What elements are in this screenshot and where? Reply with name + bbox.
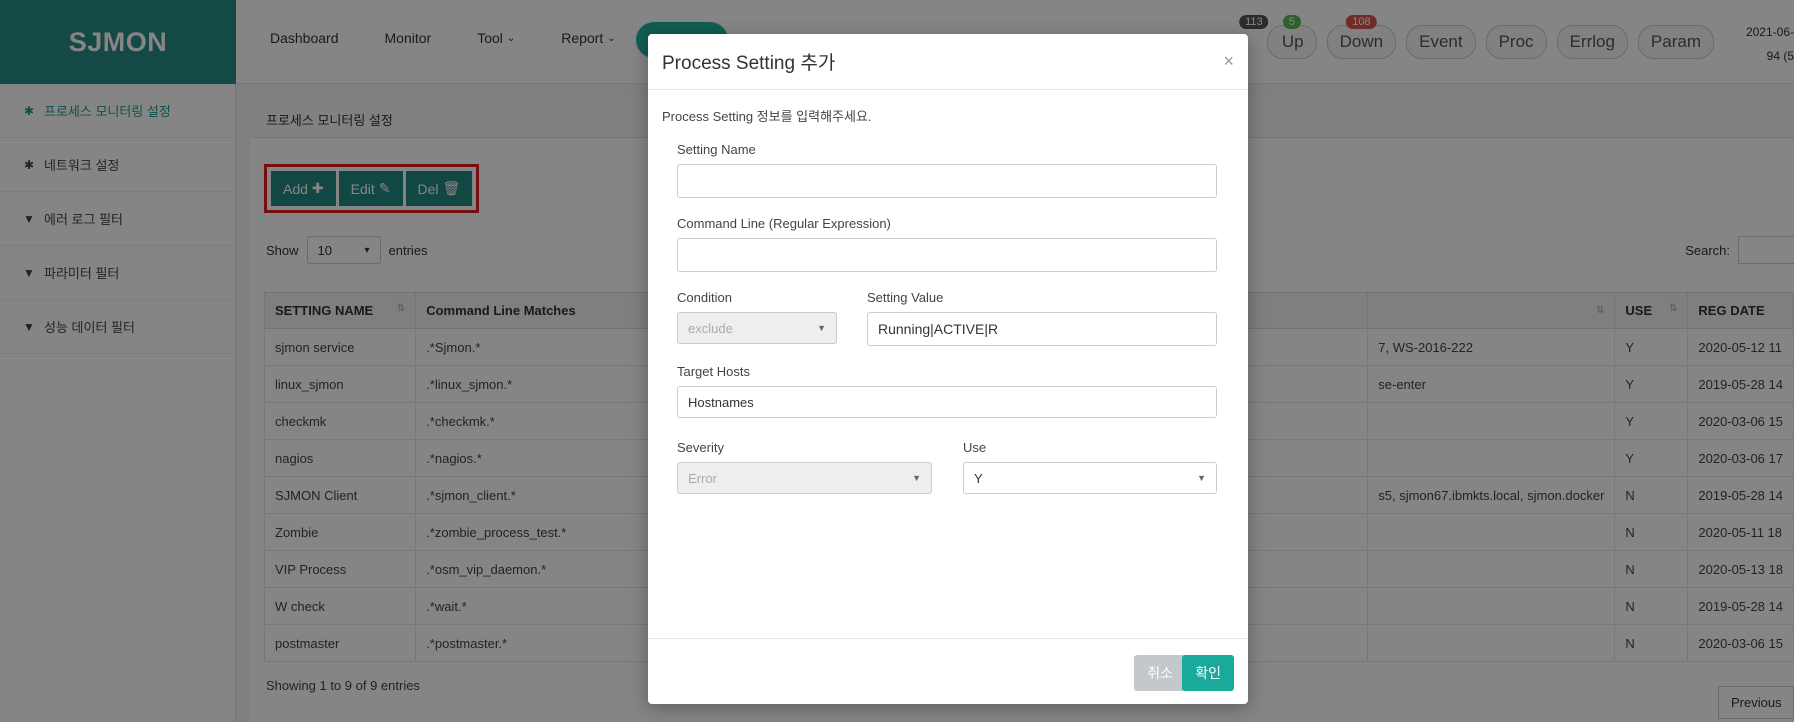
close-icon[interactable]: × (1223, 51, 1234, 72)
severity-label: Severity (677, 440, 724, 455)
modal-header: Process Setting 추가 × (648, 34, 1248, 90)
cancel-button[interactable]: 취소 (1134, 655, 1186, 691)
caret-down-icon: ▼ (912, 473, 921, 483)
setting-value-input[interactable]: Running|ACTIVE|R (867, 312, 1217, 346)
confirm-button[interactable]: 확인 (1182, 655, 1234, 691)
setting-name-label: Setting Name (677, 142, 756, 157)
condition-select[interactable]: exclude ▼ (677, 312, 837, 344)
target-hosts-input[interactable]: Hostnames (677, 386, 1217, 418)
use-select[interactable]: Y ▼ (963, 462, 1217, 494)
caret-down-icon: ▼ (817, 323, 826, 333)
severity-select[interactable]: Error ▼ (677, 462, 932, 494)
setting-name-input[interactable] (677, 164, 1217, 198)
condition-label: Condition (677, 290, 732, 305)
severity-value: Error (688, 470, 717, 486)
target-hosts-label: Target Hosts (677, 364, 750, 379)
use-label: Use (963, 440, 987, 455)
use-value: Y (974, 470, 983, 486)
modal-title: Process Setting 추가 (662, 53, 836, 74)
command-line-label: Command Line (Regular Expression) (677, 216, 891, 231)
modal-footer: 취소 확인 (648, 638, 1248, 704)
modal-description: Process Setting 정보를 입력해주세요. (662, 109, 872, 124)
setting-value-label: Setting Value (867, 290, 944, 305)
condition-value: exclude (688, 320, 733, 336)
caret-down-icon: ▼ (1197, 473, 1206, 483)
command-line-input[interactable] (677, 238, 1217, 272)
process-setting-dialog: Process Setting 추가 × Process Setting 정보를… (648, 34, 1248, 704)
